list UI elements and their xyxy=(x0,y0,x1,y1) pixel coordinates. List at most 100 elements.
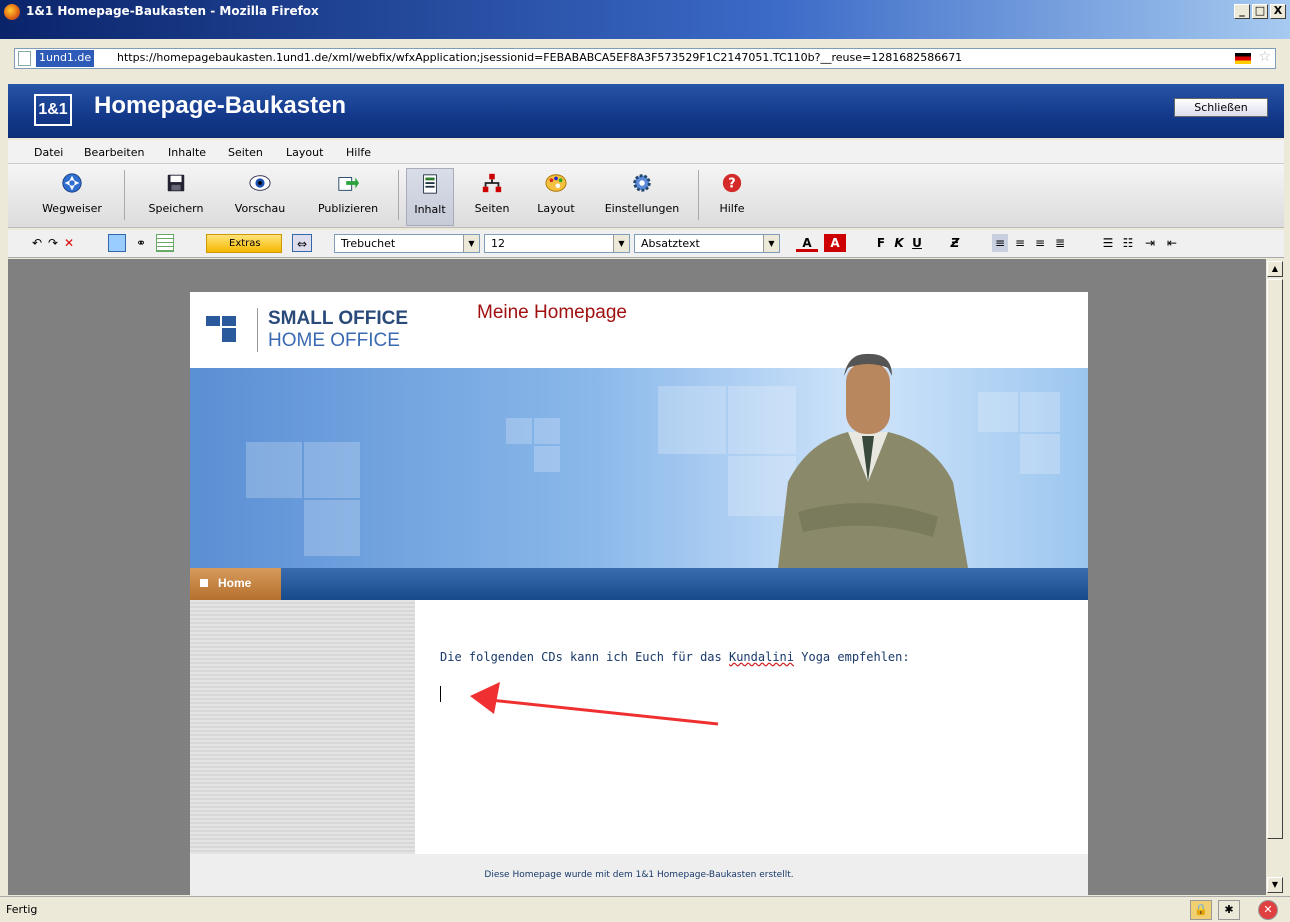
addon-icon[interactable]: ✱ xyxy=(1218,900,1240,920)
format-toolbar: ↶ ↷ ✕ ⚭ Extras ⇔ Trebuchet ▼ 12 ▼ Absatzte… xyxy=(8,230,1284,258)
font-family-select[interactable]: Trebuchet ▼ xyxy=(334,234,480,253)
toolbar-hilfe-button[interactable]: ? Hilfe xyxy=(708,168,756,226)
toolbar-label: Vorschau xyxy=(234,202,286,215)
scroll-down-icon[interactable]: ▼ xyxy=(1267,877,1283,893)
bookmark-star-icon[interactable]: ☆ xyxy=(1258,49,1271,65)
close-app-button[interactable]: Schließen xyxy=(1174,98,1268,117)
toolbar-einstellungen-button[interactable]: Einstellungen xyxy=(596,168,688,226)
site-title[interactable]: Meine Homepage xyxy=(477,302,627,324)
text-color-icon[interactable]: A xyxy=(796,234,818,252)
italic-button[interactable]: K xyxy=(892,234,906,252)
help-icon: ? xyxy=(722,173,742,193)
settings-gear-icon xyxy=(633,174,651,192)
toolbar-separator xyxy=(698,170,699,220)
preview-eye-icon xyxy=(249,175,271,191)
site-navigation: Home xyxy=(190,568,1088,600)
html-source-icon[interactable]: ⇔ xyxy=(292,234,312,252)
brand-line-1: SMALL OFFICE xyxy=(268,308,409,329)
paragraph-style-select[interactable]: Absatztext ▼ xyxy=(634,234,780,253)
address-bar[interactable]: 1und1.de https://homepagebaukasten.1und1… xyxy=(14,48,1276,69)
bold-button[interactable]: F xyxy=(874,234,888,252)
extras-button[interactable]: Extras xyxy=(206,234,282,253)
minimize-button[interactable]: _ xyxy=(1234,4,1250,19)
brand-logo: 1&1 xyxy=(34,94,72,126)
toolbar-seiten-button[interactable]: Seiten xyxy=(464,168,520,226)
palette-icon xyxy=(545,174,567,192)
block-icon[interactable]: ✕ xyxy=(1258,900,1278,920)
bullet-list-icon[interactable]: ☰ xyxy=(1100,234,1116,252)
toolbar-label: Publizieren xyxy=(317,202,379,215)
nav-home-label: Home xyxy=(218,576,252,590)
undo-icon[interactable]: ↶ xyxy=(30,234,44,252)
toolbar-layout-button[interactable]: Layout xyxy=(528,168,584,226)
window-titlebar: 1&1 Homepage-Baukasten - Mozilla Firefox… xyxy=(0,0,1290,39)
homepage-preview: SMALL OFFICE HOME OFFICE Meine Homepage … xyxy=(190,292,1088,896)
businessman-photo xyxy=(778,353,968,568)
align-justify-icon[interactable]: ≣ xyxy=(1052,234,1068,252)
close-window-button[interactable]: X xyxy=(1270,4,1286,19)
publish-icon xyxy=(338,177,359,191)
firefox-icon xyxy=(4,4,20,20)
menu-datei[interactable]: Datei xyxy=(34,146,63,159)
clear-format-icon[interactable]: Ƶ xyxy=(946,234,964,252)
editable-content-text[interactable]: Die folgenden CDs kann ich Euch für das … xyxy=(440,650,910,664)
delete-icon[interactable]: ✕ xyxy=(62,234,76,252)
menu-inhalte[interactable]: Inhalte xyxy=(168,146,206,159)
toolbar-label: Seiten xyxy=(474,202,510,215)
extras-label: Extras xyxy=(229,238,261,249)
numbered-list-icon[interactable]: ☷ xyxy=(1120,234,1136,252)
maximize-button[interactable]: □ xyxy=(1252,4,1268,19)
toolbar-label: Speichern xyxy=(148,202,204,215)
save-icon xyxy=(167,174,185,192)
underline-button[interactable]: U xyxy=(910,234,924,252)
table-icon[interactable] xyxy=(156,234,174,252)
insert-image-icon[interactable] xyxy=(108,234,126,252)
menu-seiten[interactable]: Seiten xyxy=(228,146,263,159)
page-icon xyxy=(18,51,31,66)
font-size-select[interactable]: 12 ▼ xyxy=(484,234,630,253)
toolbar-label: Wegweiser xyxy=(42,202,102,215)
toolbar-separator xyxy=(398,170,399,220)
toolbar-vorschau-button[interactable]: Vorschau xyxy=(222,168,298,226)
toolbar-label: Einstellungen xyxy=(604,202,680,215)
app-title: Homepage-Baukasten xyxy=(94,92,347,119)
scrollbar-thumb[interactable] xyxy=(1267,279,1283,839)
toolbar-publizieren-button[interactable]: Publizieren xyxy=(308,168,388,226)
text-cursor xyxy=(440,686,441,702)
toolbar-inhalt-button[interactable]: Inhalt xyxy=(406,168,454,226)
outdent-icon[interactable]: ⇤ xyxy=(1164,234,1180,252)
site-identity-button[interactable]: 1und1.de xyxy=(36,50,95,67)
toolbar-label: Hilfe xyxy=(719,202,745,215)
menu-bar: Datei Bearbeiten Inhalte Seiten Layout H… xyxy=(8,140,1284,164)
toolbar-speichern-button[interactable]: Speichern xyxy=(136,168,216,226)
indent-icon[interactable]: ⇥ xyxy=(1142,234,1158,252)
paragraph-style-value: Absatztext xyxy=(641,237,700,250)
nav-home-tab[interactable]: Home xyxy=(190,568,281,600)
highlight-color-icon[interactable]: A xyxy=(824,234,846,252)
dropdown-arrow-icon: ▼ xyxy=(463,235,479,252)
content-icon xyxy=(423,174,437,194)
dropdown-arrow-icon: ▼ xyxy=(763,235,779,252)
content-text-part: Die folgenden CDs kann ich Euch für das xyxy=(440,650,729,664)
dropdown-arrow-icon: ▼ xyxy=(613,235,629,252)
navigator-icon xyxy=(62,173,82,193)
align-left-icon[interactable]: ≡ xyxy=(992,234,1008,252)
url-text[interactable]: https://homepagebaukasten.1und1.de/xml/w… xyxy=(117,51,962,64)
menu-bearbeiten[interactable]: Bearbeiten xyxy=(84,146,144,159)
align-right-icon[interactable]: ≡ xyxy=(1032,234,1048,252)
window-title: 1&1 Homepage-Baukasten - Mozilla Firefox xyxy=(26,4,319,18)
toolbar-separator xyxy=(124,170,125,220)
sitemap-icon xyxy=(482,173,502,193)
link-icon[interactable]: ⚭ xyxy=(132,234,150,252)
scroll-up-icon[interactable]: ▲ xyxy=(1267,261,1283,277)
brand-line-2: HOME OFFICE xyxy=(268,330,400,351)
redo-icon[interactable]: ↷ xyxy=(46,234,60,252)
menu-layout[interactable]: Layout xyxy=(286,146,323,159)
toolbar-wegweiser-button[interactable]: Wegweiser xyxy=(28,168,116,226)
lock-icon[interactable]: 🔒 xyxy=(1190,900,1212,920)
font-size-value: 12 xyxy=(491,237,505,250)
svg-text:?: ? xyxy=(728,177,735,192)
editor-scrollbar[interactable]: ▲ ▼ xyxy=(1266,259,1284,895)
align-center-icon[interactable]: ≡ xyxy=(1012,234,1028,252)
menu-hilfe[interactable]: Hilfe xyxy=(346,146,371,159)
